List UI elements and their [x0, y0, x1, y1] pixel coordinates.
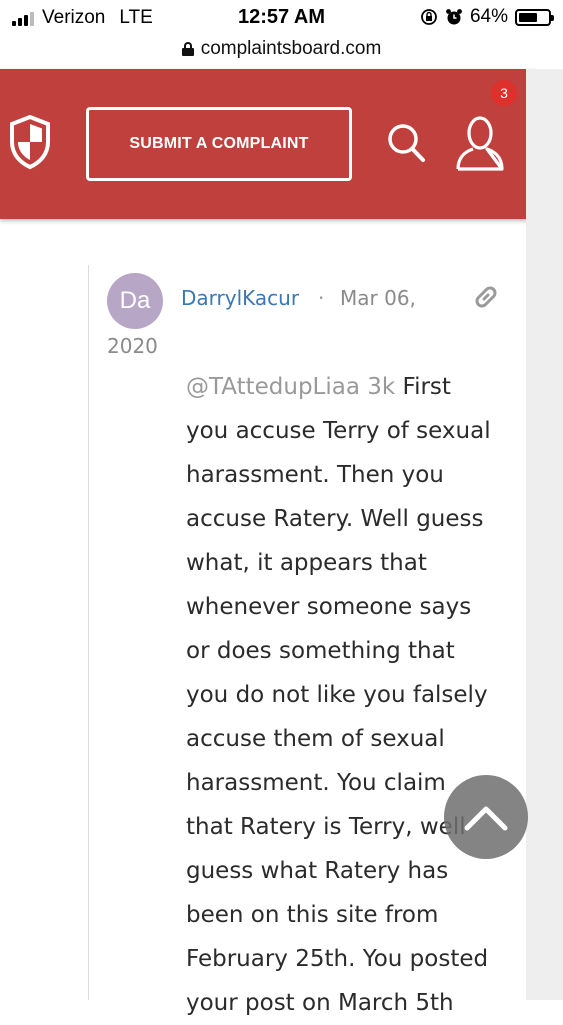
comment-line: you do not like you falsely [186, 682, 488, 708]
comment-line: accuse Ratery. Well guess [186, 506, 484, 532]
site-header: SUBMIT A COMPLAINT 3 [0, 69, 536, 219]
url-domain: complaintsboard.com [200, 38, 382, 59]
notification-badge[interactable]: 3 [491, 80, 517, 106]
thread-indent-line [88, 265, 89, 1000]
permalink-icon[interactable] [470, 281, 502, 313]
comment-line: whenever someone says [186, 594, 472, 620]
avatar[interactable]: Da [107, 273, 163, 329]
comment-line: February 25th. You posted [186, 946, 489, 972]
status-bar: Verizon LTE 12:57 AM 64% [0, 0, 563, 36]
status-icons: 64% [420, 6, 554, 28]
comment-line: what, it appears that [186, 550, 427, 576]
meta-separator: · [318, 286, 325, 310]
mention-link[interactable]: @TAttedupLiaa 3k [186, 374, 395, 400]
rotation-lock-icon [421, 9, 437, 25]
submit-complaint-button[interactable]: SUBMIT A COMPLAINT [86, 107, 352, 181]
comment-author-link[interactable]: DarrylKacur [181, 286, 299, 310]
battery-percent: 64% [469, 6, 508, 27]
chevron-up-icon [464, 806, 508, 831]
comment-body: @TAttedupLiaa 3k First you accuse Terry … [186, 365, 516, 1025]
comment-line: accuse them of sexual [186, 726, 445, 752]
address-bar[interactable]: complaintsboard.com [0, 34, 563, 64]
comment-line: or does something that [186, 638, 455, 664]
battery-icon [515, 8, 554, 26]
comment-date: Mar 06, [340, 286, 416, 310]
user-account-icon[interactable] [455, 114, 505, 172]
comment-line: been on this site from [186, 902, 439, 928]
comment-line: you accuse Terry of sexual [186, 418, 491, 444]
comment-date-year: 2020 [107, 334, 158, 358]
alarm-icon [446, 9, 462, 25]
page-gutter [526, 69, 563, 1000]
scroll-to-top-button[interactable] [444, 775, 528, 859]
comment-line: guess what Ratery has [186, 858, 449, 884]
comment-line: @TAttedupLiaa 3k First [186, 374, 451, 400]
shield-logo-icon[interactable] [8, 114, 52, 170]
lock-icon [181, 42, 194, 56]
search-icon[interactable] [386, 122, 426, 164]
comment-line: harassment. Then you [186, 462, 444, 488]
comment-line: your post on March 5th [186, 990, 454, 1016]
